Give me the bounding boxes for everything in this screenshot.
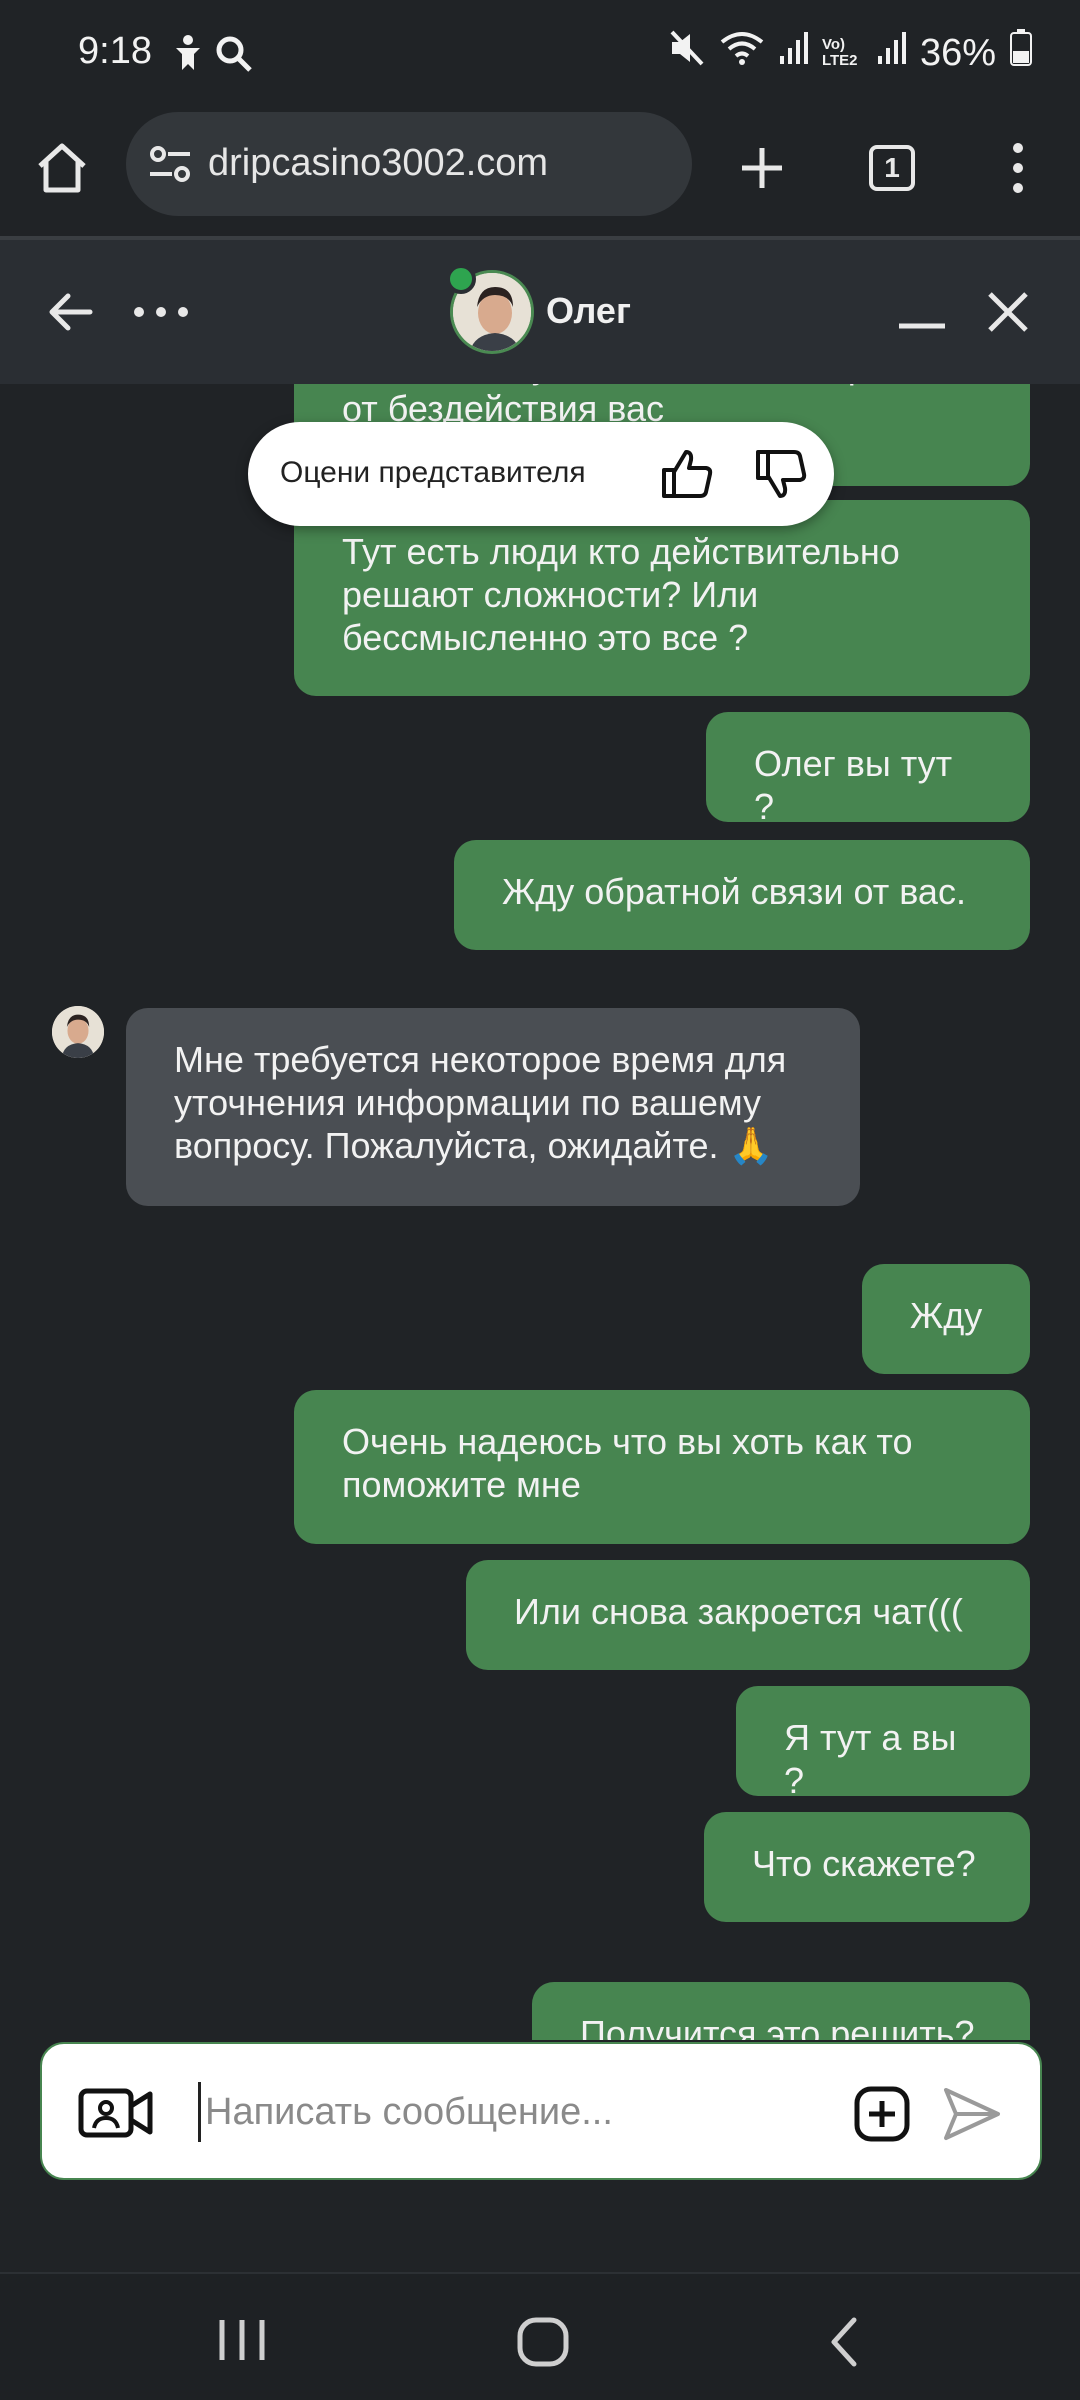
- status-time: 9:18: [78, 30, 152, 72]
- back-button[interactable]: [40, 282, 100, 342]
- add-icon: [854, 2086, 910, 2142]
- agent-name: Олег: [546, 290, 631, 331]
- minimize-button[interactable]: [894, 292, 950, 332]
- back-nav-button[interactable]: [822, 2314, 872, 2370]
- message-bubble-outgoing: Получится это решить?: [532, 1982, 1030, 2040]
- recents-icon: [219, 2320, 265, 2360]
- video-call-icon: [78, 2088, 153, 2138]
- message-bubble-outgoing: Что скажете?: [704, 1812, 1030, 1922]
- thumbs-down-icon: [756, 450, 807, 498]
- status-bar: 9:18 Vo) LTE2 36%: [0, 0, 1080, 110]
- url-text[interactable]: dripcasino3002.com: [208, 142, 548, 185]
- send-icon: [944, 2088, 1000, 2140]
- message-bubble-outgoing: Жду обратной связи от вас.: [454, 840, 1030, 950]
- home-icon: [38, 143, 86, 193]
- tab-switcher-button[interactable]: 1: [860, 136, 924, 200]
- video-call-button[interactable]: [78, 2086, 154, 2140]
- more-button[interactable]: [128, 282, 194, 342]
- message-text: Очень надеюсь что вы хоть как то поможит…: [342, 1421, 913, 1505]
- message-bubble-outgoing: Олег вы тут ?: [706, 712, 1030, 827]
- lte-label: Vo) LTE2: [821, 36, 858, 69]
- message-bubble-outgoing: Тут есть люди кто действительно решают с…: [294, 500, 1030, 696]
- site-settings-icon[interactable]: [148, 144, 192, 189]
- signal-icon: [778, 30, 808, 76]
- message-text: Олег вы тут ?: [754, 743, 953, 827]
- address-bar[interactable]: dripcasino3002.com: [126, 112, 692, 216]
- agent-avatar-small: [52, 1006, 104, 1058]
- signal-icon-2: [876, 30, 906, 76]
- message-text: Тут есть люди кто действительно решают с…: [342, 531, 900, 658]
- rate-agent-popup: Оцени представителя: [248, 422, 834, 526]
- message-text: Что скажете?: [752, 1843, 976, 1884]
- attach-button[interactable]: [854, 2086, 910, 2142]
- message-bubble-outgoing: Я тут а вы ?: [736, 1686, 1030, 1801]
- home-button[interactable]: [30, 136, 94, 200]
- back-arrow-icon: [49, 293, 93, 331]
- thumbs-up-icon: [662, 450, 713, 498]
- close-chat-button[interactable]: [980, 282, 1036, 342]
- message-bubble-outgoing: Или снова закроется чат(((: [466, 1560, 1030, 1670]
- system-nav-bar: [0, 2272, 1080, 2400]
- back-nav-icon: [831, 2317, 857, 2367]
- new-tab-button[interactable]: [730, 136, 794, 200]
- tab-count: 1: [869, 145, 915, 191]
- search-icon: [214, 34, 254, 79]
- message-list[interactable]: Олег я пишу что бы чат не закрылся от бе…: [0, 384, 1080, 2040]
- accessibility-icon: [170, 34, 206, 79]
- message-text: Или снова закроется чат(((: [514, 1591, 963, 1632]
- menu-button[interactable]: [986, 136, 1050, 200]
- status-right: Vo) LTE2 36%: [668, 28, 1032, 78]
- message-text: Жду: [910, 1295, 983, 1336]
- minimize-icon: [899, 323, 945, 329]
- message-text: Жду обратной связи от вас.: [502, 871, 966, 912]
- home-nav-button[interactable]: [514, 2314, 574, 2370]
- message-bubble-incoming: Мне требуется некоторое время для уточне…: [126, 1008, 860, 1206]
- message-bubble-outgoing: Жду: [862, 1264, 1030, 1374]
- message-text: Я тут а вы ?: [784, 1717, 957, 1801]
- online-status-dot: [446, 264, 476, 294]
- message-composer: [40, 2042, 1042, 2180]
- home-nav-icon: [517, 2317, 569, 2367]
- agent-face-icon: [52, 1006, 104, 1058]
- message-input[interactable]: [198, 2082, 858, 2142]
- thumbs-down-button[interactable]: [752, 446, 808, 502]
- send-button[interactable]: [942, 2086, 1002, 2142]
- battery-icon: [1010, 29, 1032, 77]
- wifi-icon: [720, 28, 764, 78]
- message-bubble-outgoing: Очень надеюсь что вы хоть как то поможит…: [294, 1390, 1030, 1544]
- close-icon: [988, 292, 1028, 332]
- rate-agent-label: Оцени представителя: [280, 456, 586, 489]
- browser-toolbar: dripcasino3002.com 1: [0, 110, 1080, 238]
- more-icon: [134, 307, 188, 317]
- menu-icon: [1013, 143, 1023, 193]
- recents-button[interactable]: [212, 2314, 272, 2366]
- message-text: Мне требуется некоторое время для уточне…: [174, 1039, 787, 1166]
- new-tab-icon: [742, 148, 782, 188]
- message-text: Получится это решить?: [580, 2013, 975, 2040]
- chat-header: Олег: [0, 240, 1080, 384]
- mute-icon: [668, 28, 706, 78]
- battery-percent: 36%: [919, 31, 996, 74]
- thumbs-up-button[interactable]: [658, 446, 714, 502]
